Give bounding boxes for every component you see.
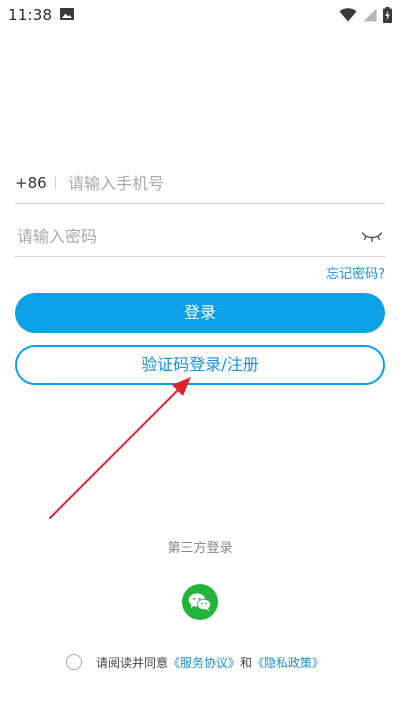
wechat-icon [188,593,211,611]
password-input[interactable] [15,226,361,246]
country-code[interactable]: +86 [15,174,47,192]
privacy-policy-link[interactable]: 《隐私政策》 [252,654,324,671]
status-icons [339,7,392,23]
wechat-login-button[interactable] [182,584,218,620]
agreement-prefix: 请阅读并同意 [96,655,169,670]
signal-icon [363,8,377,22]
login-button[interactable]: 登录 [15,293,385,333]
service-agreement-link[interactable]: 《服务协议》 [168,654,240,671]
country-code-divider [55,177,56,189]
agreement-conjunction: 和 [240,655,253,670]
forgot-password-link[interactable]: 忘记密码? [326,263,385,282]
status-time: 11:38 [8,6,53,24]
status-bar: 11:38 [0,0,400,32]
agreement-row: 请阅读并同意 《服务协议》 和 《隐私政策》 [64,652,324,672]
password-input-row [15,216,385,257]
eye-closed-icon[interactable] [361,228,383,244]
phone-input[interactable] [68,173,385,193]
wifi-icon [339,8,357,22]
phone-input-row: +86 [15,163,385,204]
agreement-checkbox[interactable] [66,654,82,670]
image-notification-icon [60,8,74,20]
battery-charging-icon [383,7,392,23]
third-party-login-label: 第三方登录 [167,541,233,556]
sms-login-register-button[interactable]: 验证码登录/注册 [15,345,385,385]
